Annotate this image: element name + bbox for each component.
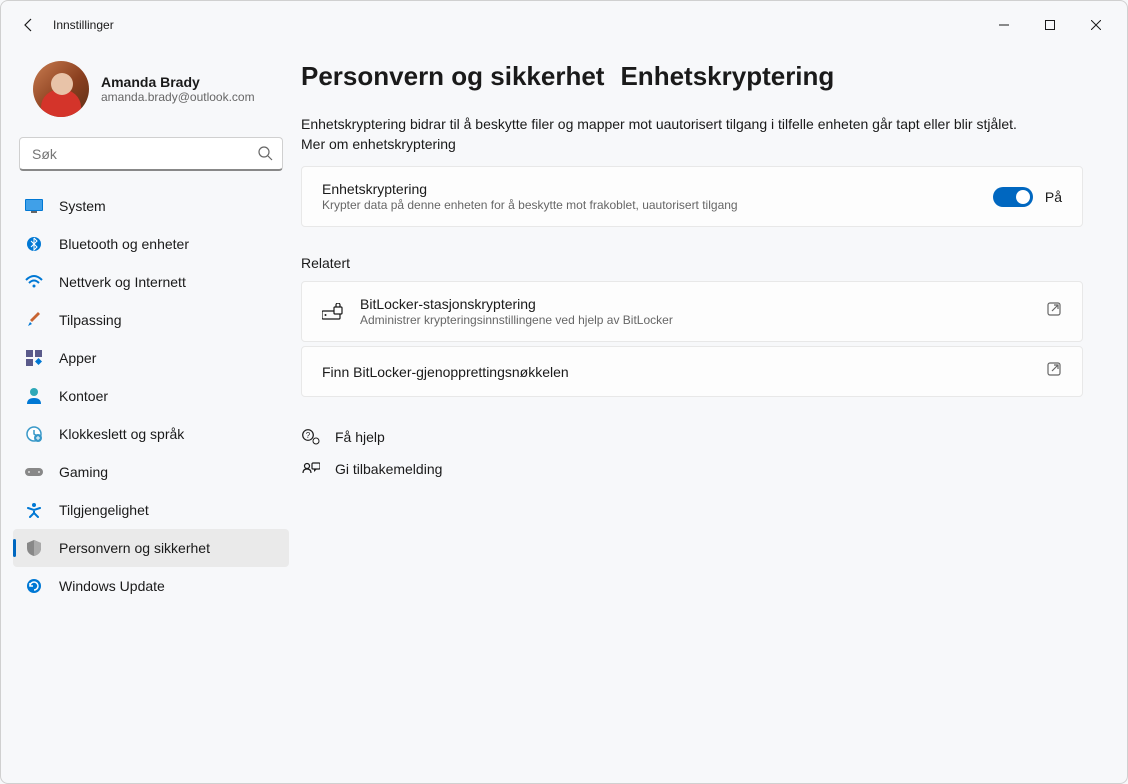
nav-list: System Bluetooth og enheter Nettverk og … (13, 187, 289, 605)
sidebar-item-update[interactable]: Windows Update (13, 567, 289, 605)
bitlocker-subtitle: Administrer krypteringsinnstillingene ve… (360, 313, 1030, 327)
sidebar-item-label: Tilgjengelighet (59, 502, 149, 518)
shield-icon (25, 539, 43, 557)
minimize-button[interactable] (981, 9, 1027, 41)
system-icon (25, 197, 43, 215)
recovery-title: Finn BitLocker-gjenopprettingsnøkkelen (322, 364, 1030, 380)
bitlocker-title: BitLocker-stasjonskryptering (360, 296, 1030, 312)
open-external-icon (1046, 301, 1062, 322)
sidebar-item-label: Nettverk og Internett (59, 274, 186, 290)
profile-email: amanda.brady@outlook.com (101, 90, 255, 104)
help-label: Få hjelp (335, 429, 385, 445)
page-description: Enhetskryptering bidrar til å beskytte f… (301, 116, 1083, 132)
encryption-card: Enhetskryptering Krypter data på denne e… (301, 166, 1083, 227)
sidebar-item-bluetooth[interactable]: Bluetooth og enheter (13, 225, 289, 263)
sidebar-item-label: Windows Update (59, 578, 165, 594)
breadcrumb: Personvern og sikkerhet Enhetskryptering (301, 61, 1083, 92)
get-help-link[interactable]: ? Få hjelp (301, 421, 1083, 453)
svg-text:?: ? (306, 431, 311, 440)
search-icon (257, 145, 273, 166)
person-icon (25, 387, 43, 405)
back-button[interactable] (9, 5, 49, 45)
sidebar-item-accounts[interactable]: Kontoer (13, 377, 289, 415)
bitlocker-card[interactable]: BitLocker-stasjonskryptering Administrer… (301, 281, 1083, 342)
sidebar: Amanda Brady amanda.brady@outlook.com Sy… (1, 49, 301, 783)
sidebar-item-label: Personvern og sikkerhet (59, 540, 210, 556)
search-input[interactable] (19, 137, 283, 171)
titlebar: Innstillinger (1, 1, 1127, 49)
brush-icon (25, 311, 43, 329)
sidebar-item-accessibility[interactable]: Tilgjengelighet (13, 491, 289, 529)
bluetooth-icon (25, 235, 43, 253)
breadcrumb-parent[interactable]: Personvern og sikkerhet (301, 61, 604, 92)
close-icon (1091, 20, 1101, 30)
sidebar-item-network[interactable]: Nettverk og Internett (13, 263, 289, 301)
learn-more-link[interactable]: Mer om enhetskryptering (301, 136, 1083, 152)
window-controls (981, 9, 1119, 41)
search-box (19, 137, 283, 171)
toggle-state-label: På (1045, 189, 1062, 205)
profile-name: Amanda Brady (101, 74, 255, 90)
help-icon: ? (301, 427, 321, 447)
sidebar-item-apps[interactable]: Apper (13, 339, 289, 377)
sidebar-item-time[interactable]: Klokkeslett og språk (13, 415, 289, 453)
sidebar-item-gaming[interactable]: Gaming (13, 453, 289, 491)
avatar (33, 61, 89, 117)
clock-icon (25, 425, 43, 443)
related-section-label: Relatert (301, 255, 1083, 271)
sidebar-item-label: Tilpassing (59, 312, 122, 328)
sidebar-item-system[interactable]: System (13, 187, 289, 225)
main-content: Personvern og sikkerhet Enhetskryptering… (301, 49, 1127, 783)
drive-lock-icon (322, 301, 344, 323)
feedback-link[interactable]: Gi tilbakemelding (301, 453, 1083, 485)
encryption-subtitle: Krypter data på denne enheten for å besk… (322, 198, 977, 212)
sidebar-item-label: Gaming (59, 464, 108, 480)
feedback-icon (301, 459, 321, 479)
sidebar-item-label: Apper (59, 350, 96, 366)
gamepad-icon (25, 463, 43, 481)
encryption-title: Enhetskryptering (322, 181, 977, 197)
sidebar-item-label: Kontoer (59, 388, 108, 404)
sidebar-item-personalization[interactable]: Tilpassing (13, 301, 289, 339)
minimize-icon (999, 20, 1009, 30)
close-button[interactable] (1073, 9, 1119, 41)
footer-links: ? Få hjelp Gi tilbakemelding (301, 421, 1083, 485)
sidebar-item-label: Klokkeslett og språk (59, 426, 184, 442)
encryption-toggle[interactable] (993, 187, 1033, 207)
open-external-icon (1046, 361, 1062, 382)
arrow-left-icon (21, 17, 37, 33)
apps-icon (25, 349, 43, 367)
recovery-card[interactable]: Finn BitLocker-gjenopprettingsnøkkelen (301, 346, 1083, 397)
sidebar-item-label: System (59, 198, 106, 214)
sidebar-item-label: Bluetooth og enheter (59, 236, 189, 252)
maximize-icon (1045, 20, 1055, 30)
feedback-label: Gi tilbakemelding (335, 461, 442, 477)
accessibility-icon (25, 501, 43, 519)
breadcrumb-current: Enhetskryptering (620, 61, 834, 92)
sidebar-item-privacy[interactable]: Personvern og sikkerhet (13, 529, 289, 567)
window-title: Innstillinger (53, 18, 114, 32)
maximize-button[interactable] (1027, 9, 1073, 41)
wifi-icon (25, 273, 43, 291)
update-icon (25, 577, 43, 595)
profile-block[interactable]: Amanda Brady amanda.brady@outlook.com (13, 53, 289, 133)
